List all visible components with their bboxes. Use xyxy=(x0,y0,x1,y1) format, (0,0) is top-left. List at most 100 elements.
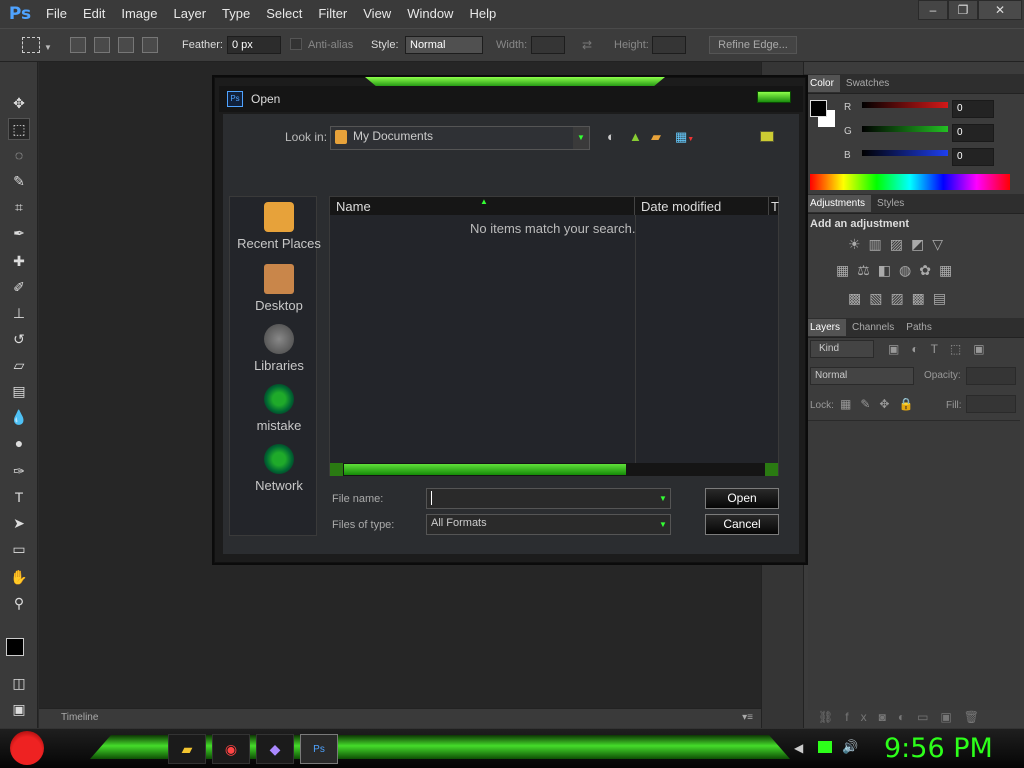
panel-menu-icon[interactable]: ▾≡ xyxy=(742,712,753,723)
height-input[interactable] xyxy=(652,36,686,54)
lock-icons[interactable]: ▦✎✥🔒 xyxy=(840,397,922,411)
brush-tool-icon[interactable]: ✐ xyxy=(8,276,30,298)
dodge-tool-icon[interactable]: ● xyxy=(8,432,30,454)
taskbar-clock[interactable]: 9:56 PM xyxy=(884,733,993,764)
files-of-type-select[interactable]: All Formats ▼ xyxy=(426,514,671,535)
menu-window[interactable]: Window xyxy=(401,0,463,28)
blend-mode-select[interactable]: Normal xyxy=(810,367,914,385)
b-slider[interactable] xyxy=(862,150,948,156)
dialog-close-button[interactable] xyxy=(757,91,791,103)
file-name-input[interactable]: ▼ xyxy=(426,488,671,509)
new-selection-icon[interactable] xyxy=(70,37,86,53)
menu-view[interactable]: View xyxy=(357,0,401,28)
adjustment-icons-row-2[interactable]: ▦⚖◧◍✿▦ xyxy=(836,262,960,279)
tab-channels[interactable]: Channels xyxy=(846,319,900,336)
menu-edit[interactable]: Edit xyxy=(77,0,115,28)
layer-actions-icons[interactable]: ⛓fx◙◐▭▣🗑 xyxy=(818,710,991,724)
menu-filter[interactable]: Filter xyxy=(312,0,357,28)
explorer-taskbar-icon[interactable]: ▰ xyxy=(168,734,206,764)
history-brush-tool-icon[interactable]: ↺ xyxy=(8,328,30,350)
tab-layers[interactable]: Layers xyxy=(804,319,847,336)
view-menu-icon[interactable]: ▦▼ xyxy=(675,129,694,145)
up-folder-icon[interactable]: ▲ xyxy=(629,129,642,144)
refine-edge-button[interactable]: Refine Edge... xyxy=(709,36,797,54)
restore-button[interactable]: ❐ xyxy=(948,0,978,20)
place-libraries[interactable]: Libraries xyxy=(237,324,321,373)
look-in-select[interactable]: My Documents ▼ xyxy=(330,126,590,150)
g-value[interactable]: 0 xyxy=(952,124,994,142)
layer-filter-icons[interactable]: ▣◐T⬚▣ xyxy=(888,342,997,356)
menu-image[interactable]: Image xyxy=(115,0,167,28)
g-slider[interactable] xyxy=(862,126,948,132)
style-select[interactable]: Normal xyxy=(405,36,483,54)
column-type[interactable]: T xyxy=(769,197,779,215)
move-tool-icon[interactable]: ✥ xyxy=(8,92,30,114)
scroll-right-button[interactable] xyxy=(765,463,778,476)
marquee-preset-icon[interactable] xyxy=(22,37,40,53)
marquee-tool-icon[interactable]: ⬚ xyxy=(8,118,30,140)
gradient-tool-icon[interactable]: ▤ xyxy=(8,380,30,402)
scroll-left-button[interactable] xyxy=(330,463,343,476)
open-button[interactable]: Open xyxy=(705,488,779,509)
back-icon[interactable]: ◐ xyxy=(607,129,615,144)
healing-brush-tool-icon[interactable]: ✚ xyxy=(8,250,30,272)
adjustment-icons-row-1[interactable]: ☀▥▨◩▽ xyxy=(848,236,951,253)
place-network[interactable]: Network xyxy=(237,444,321,493)
place-desktop[interactable]: Desktop xyxy=(237,264,321,313)
cancel-button[interactable]: Cancel xyxy=(705,514,779,535)
tab-paths[interactable]: Paths xyxy=(900,319,938,336)
subtract-selection-icon[interactable] xyxy=(118,37,134,53)
opacity-input[interactable] xyxy=(966,367,1016,385)
new-folder-icon[interactable]: ▰ xyxy=(651,129,661,145)
chrome-taskbar-icon[interactable]: ◉ xyxy=(212,734,250,764)
menu-help[interactable]: Help xyxy=(463,0,506,28)
start-button-icon[interactable] xyxy=(10,731,44,765)
swap-icon[interactable]: ⇄ xyxy=(582,38,592,52)
app-taskbar-icon[interactable]: ◆ xyxy=(256,734,294,764)
add-selection-icon[interactable] xyxy=(94,37,110,53)
minimize-button[interactable]: – xyxy=(918,0,948,20)
menu-file[interactable]: File xyxy=(40,0,77,28)
quick-selection-tool-icon[interactable]: ✎ xyxy=(8,170,30,192)
type-tool-icon[interactable]: T xyxy=(8,486,30,508)
tab-color[interactable]: Color xyxy=(804,75,840,92)
eraser-tool-icon[interactable]: ▱ xyxy=(8,354,30,376)
volume-icon[interactable]: 🔊 xyxy=(842,739,858,755)
menu-type[interactable]: Type xyxy=(216,0,260,28)
tab-adjustments[interactable]: Adjustments xyxy=(804,195,872,212)
b-value[interactable]: 0 xyxy=(952,148,994,166)
screen-mode-icon[interactable]: ▣ xyxy=(8,698,30,720)
hand-tool-icon[interactable]: ✋ xyxy=(8,566,30,588)
chevron-down-icon[interactable]: ▼ xyxy=(656,489,670,508)
file-list[interactable]: Name ▲ Date modified T No items match yo… xyxy=(329,196,779,476)
tab-styles[interactable]: Styles xyxy=(871,195,910,212)
place-mistake[interactable]: mistake xyxy=(237,384,321,433)
horizontal-scrollbar[interactable] xyxy=(330,463,778,476)
quick-mask-icon[interactable]: ◫ xyxy=(8,672,30,694)
rectangle-tool-icon[interactable]: ▭ xyxy=(8,538,30,560)
column-date-modified[interactable]: Date modified xyxy=(635,197,769,215)
tray-arrow-icon[interactable]: ◀ xyxy=(794,741,803,755)
fill-input[interactable] xyxy=(966,395,1016,413)
network-tray-icon[interactable] xyxy=(818,741,832,753)
intersect-selection-icon[interactable] xyxy=(142,37,158,53)
menu-layer[interactable]: Layer xyxy=(168,0,217,28)
r-slider[interactable] xyxy=(862,102,948,108)
chevron-down-icon[interactable]: ▼ xyxy=(44,43,52,52)
menu-select[interactable]: Select xyxy=(260,0,312,28)
color-spectrum-bar[interactable] xyxy=(810,174,1010,190)
eyedropper-tool-icon[interactable]: ✒ xyxy=(8,222,30,244)
photoshop-taskbar-icon[interactable]: Ps xyxy=(300,734,338,764)
blur-tool-icon[interactable]: 💧 xyxy=(8,406,30,428)
thumbnail-icon[interactable] xyxy=(760,131,774,142)
feather-input[interactable]: 0 px xyxy=(227,36,281,54)
pen-tool-icon[interactable]: ✑ xyxy=(8,460,30,482)
lasso-tool-icon[interactable]: ◌ xyxy=(8,144,30,166)
r-value[interactable]: 0 xyxy=(952,100,994,118)
foreground-color-swatch[interactable] xyxy=(6,638,24,656)
tab-swatches[interactable]: Swatches xyxy=(840,75,895,92)
chevron-down-icon[interactable]: ▼ xyxy=(573,127,589,149)
place-recent-places[interactable]: Recent Places xyxy=(237,202,321,251)
zoom-tool-icon[interactable]: ⚲ xyxy=(8,592,30,614)
chevron-down-icon[interactable]: ▼ xyxy=(656,515,670,534)
